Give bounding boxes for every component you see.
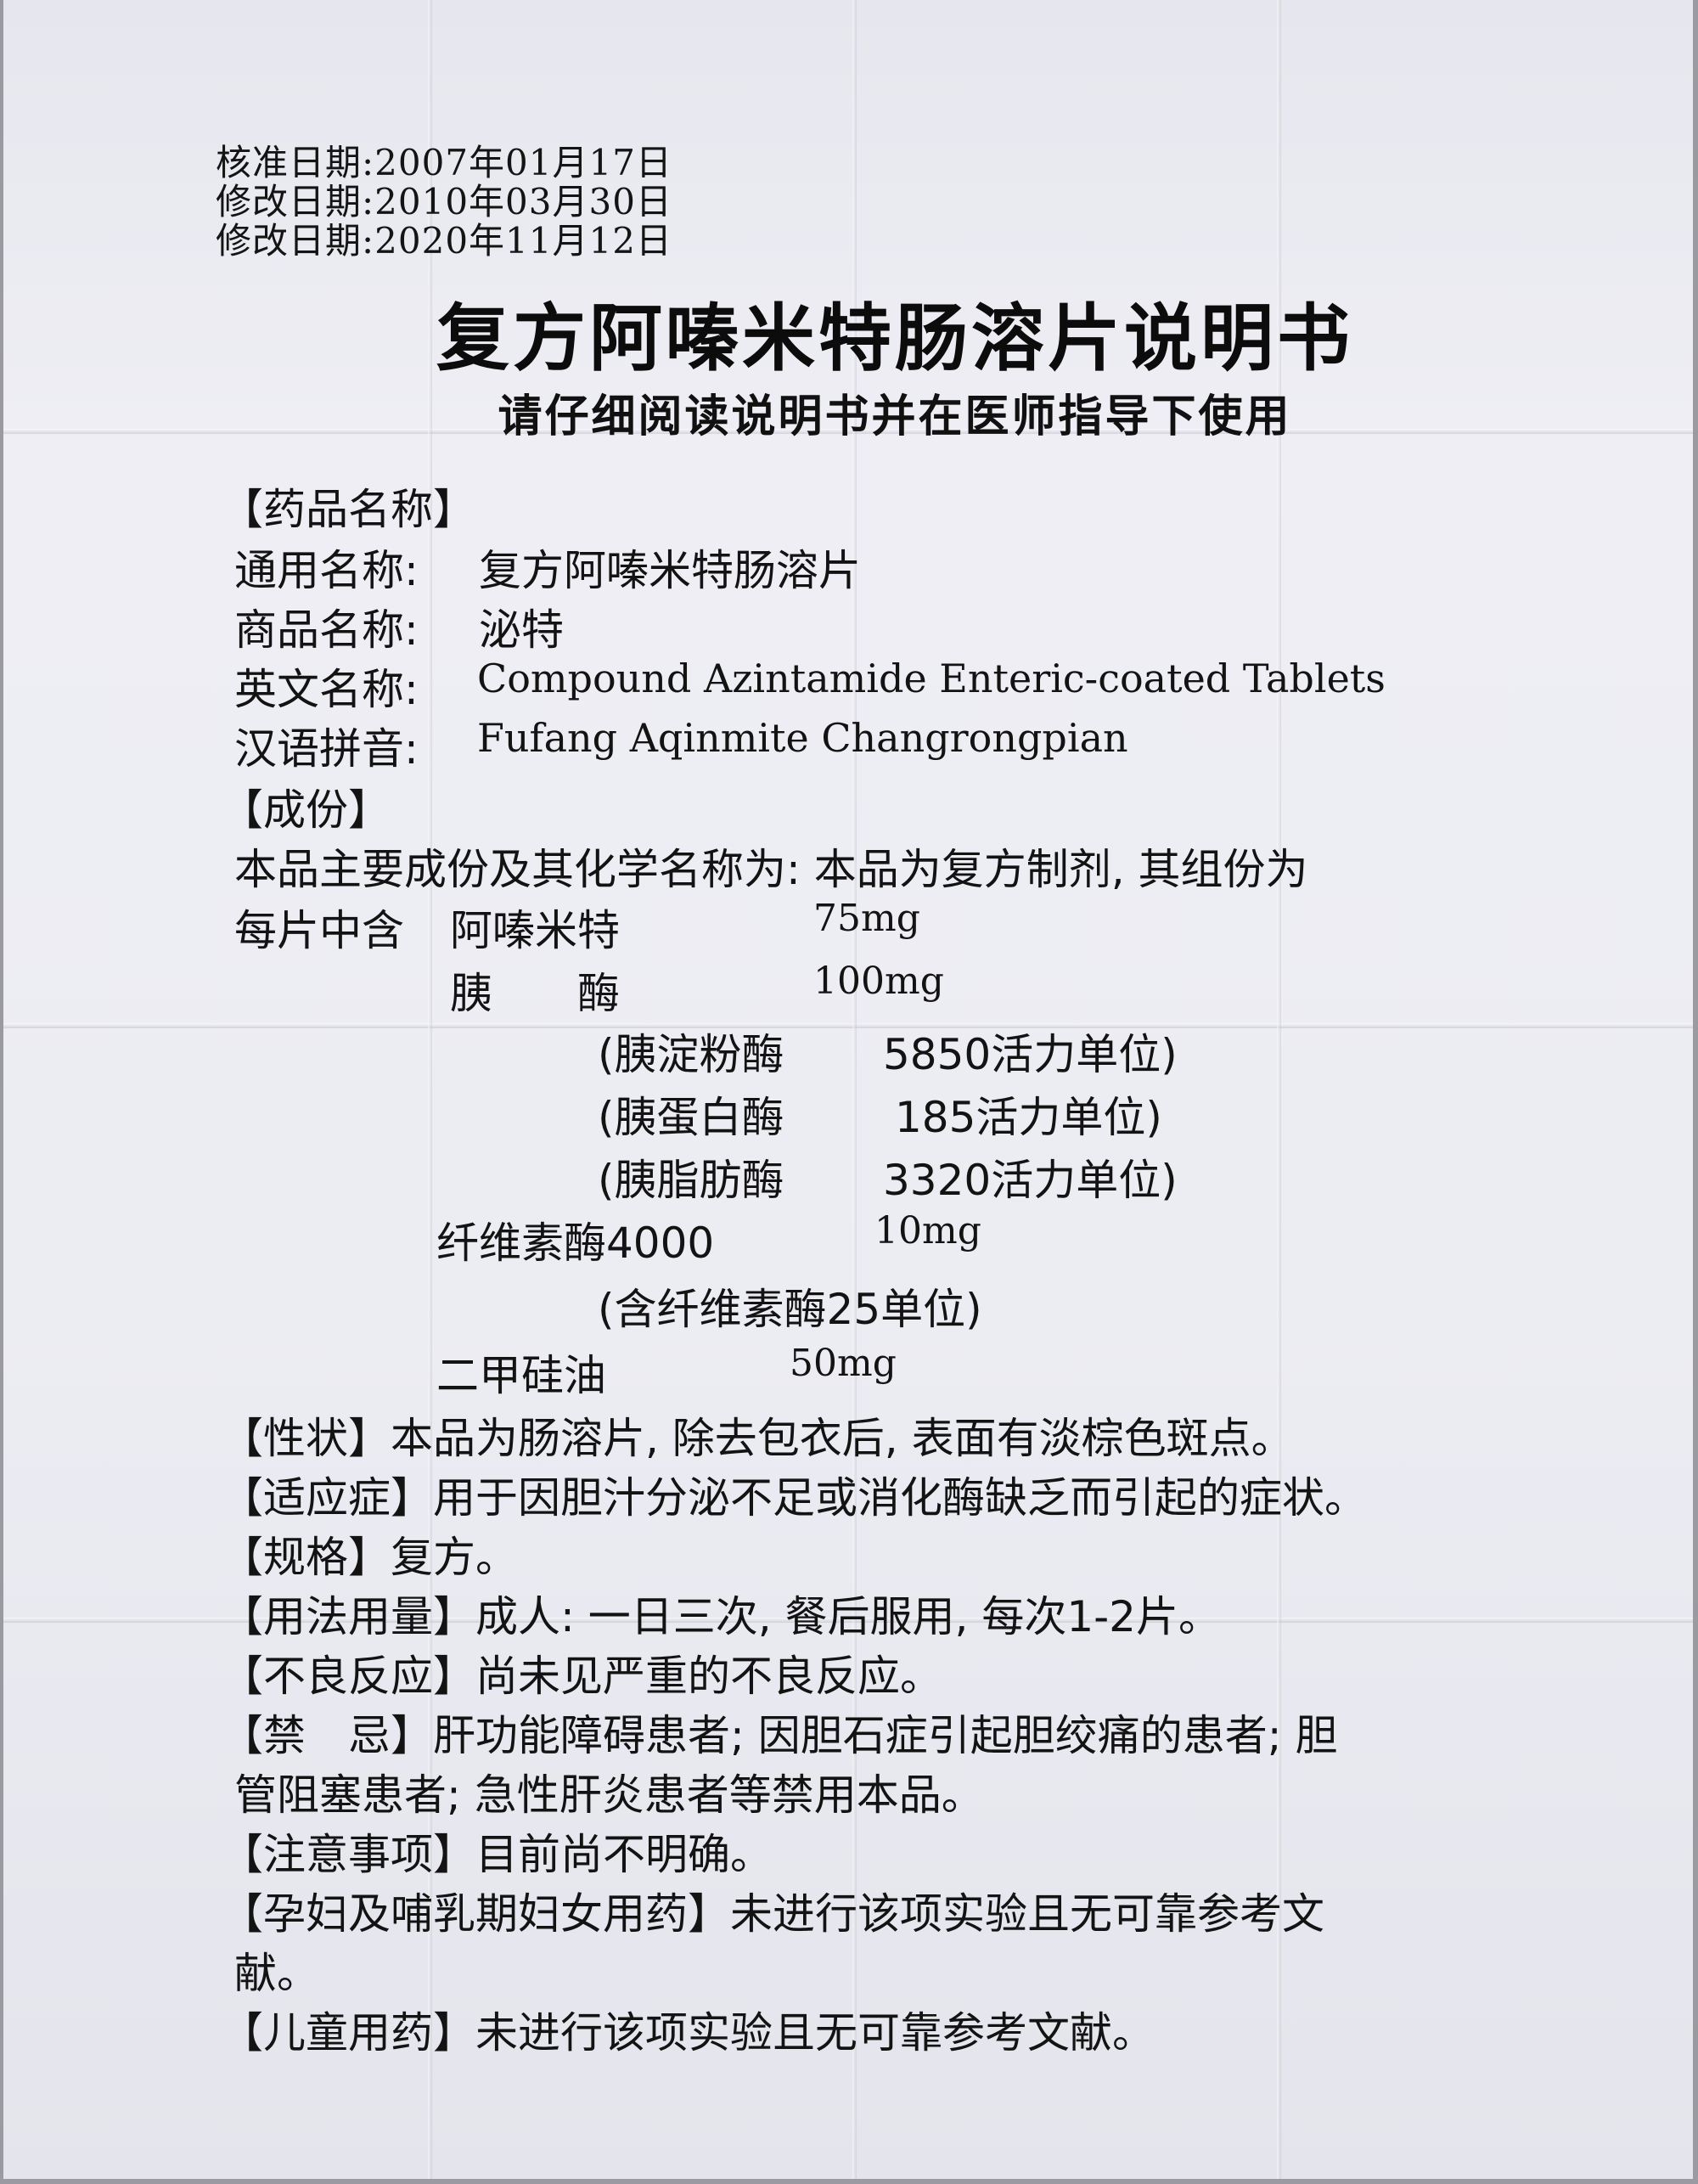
ingredient-amount: 5850活力单位) (883, 1030, 1178, 1079)
revision-date: 修改日期:2020年11月12日 (216, 220, 672, 262)
pinyin-label: 汉语拼音: (234, 724, 419, 774)
ingredient-amount: 100mg (813, 960, 944, 1003)
ingredients-prefix: 每片中含 (234, 906, 404, 955)
ingredient-name: 阿嗪米特 (450, 906, 620, 955)
english-name-value: Compound Azintamide Enteric-coated Table… (477, 656, 1386, 701)
generic-name-label: 通用名称: (234, 546, 419, 595)
ingredient-name: 胰 酶 (450, 969, 620, 1018)
section-adverse-reactions: 【不良反应】尚未见严重的不良反应。 (221, 1652, 942, 1701)
section-precautions: 【注意事项】目前尚不明确。 (221, 1830, 773, 1879)
ingredient-name: 二甲硅油 (436, 1351, 606, 1400)
section-specification: 【规格】复方。 (221, 1533, 518, 1582)
section-dosage: 【用法用量】成人: 一日三次, 餐后服用, 每次1-2片。 (221, 1592, 1221, 1641)
trade-name-value: 泌特 (479, 605, 564, 655)
english-name-label: 英文名称: (234, 665, 419, 714)
section-heading-ingredients: 【成份】 (221, 785, 391, 835)
ingredient-name: (胰淀粉酶 (598, 1030, 784, 1079)
ingredient-name: (胰脂肪酶 (598, 1156, 784, 1205)
section-contraindications: 【禁 忌】肝功能障碍患者; 因胆石症引起胆绞痛的患者; 胆 (221, 1711, 1338, 1760)
section-children: 【儿童用药】未进行该项实验且无可靠参考文献。 (221, 2008, 1155, 2057)
fold-crease (3, 1023, 1693, 1028)
ingredient-name: 纤维素酶4000 (436, 1219, 715, 1268)
document-title: 复方阿嗪米特肠溶片说明书 (436, 296, 1353, 381)
section-pregnancy: 【孕妇及哺乳期妇女用药】未进行该项实验且无可靠参考文 (221, 1889, 1324, 1939)
ingredient-name: (胰蛋白酶 (598, 1093, 784, 1142)
section-appearance: 【性状】本品为肠溶片, 除去包衣后, 表面有淡棕色斑点。 (221, 1414, 1294, 1463)
ingredient-amount: 50mg (790, 1342, 897, 1385)
document-subtitle: 请仔细阅读说明书并在医师指导下使用 (498, 391, 1292, 442)
ingredient-amount: 185活力单位) (895, 1093, 1162, 1142)
ingredient-note: (含纤维素酶25单位) (598, 1285, 982, 1334)
generic-name-value: 复方阿嗪米特肠溶片 (479, 546, 861, 595)
leaflet-page: 核准日期:2007年01月17日 修改日期:2010年03月30日 修改日期:2… (3, 0, 1693, 2179)
section-contraindications-cont: 管阻塞患者; 急性肝炎患者等禁用本品。 (234, 1770, 984, 1820)
trade-name-label: 商品名称: (234, 605, 419, 655)
pinyin-value: Fufang Aqinmite Changrongpian (477, 715, 1128, 761)
ingredients-intro: 本品主要成份及其化学名称为: 本品为复方制剂, 其组份为 (234, 845, 1308, 894)
ingredient-amount: 10mg (874, 1209, 981, 1252)
section-pregnancy-cont: 献。 (234, 1949, 319, 1998)
ingredient-amount: 75mg (813, 897, 920, 940)
ingredient-amount: 3320活力单位) (883, 1156, 1178, 1205)
section-heading-drug-name: 【药品名称】 (221, 485, 475, 534)
section-indications: 【适应症】用于因胆汁分泌不足或消化酶缺乏而引起的症状。 (221, 1473, 1367, 1523)
